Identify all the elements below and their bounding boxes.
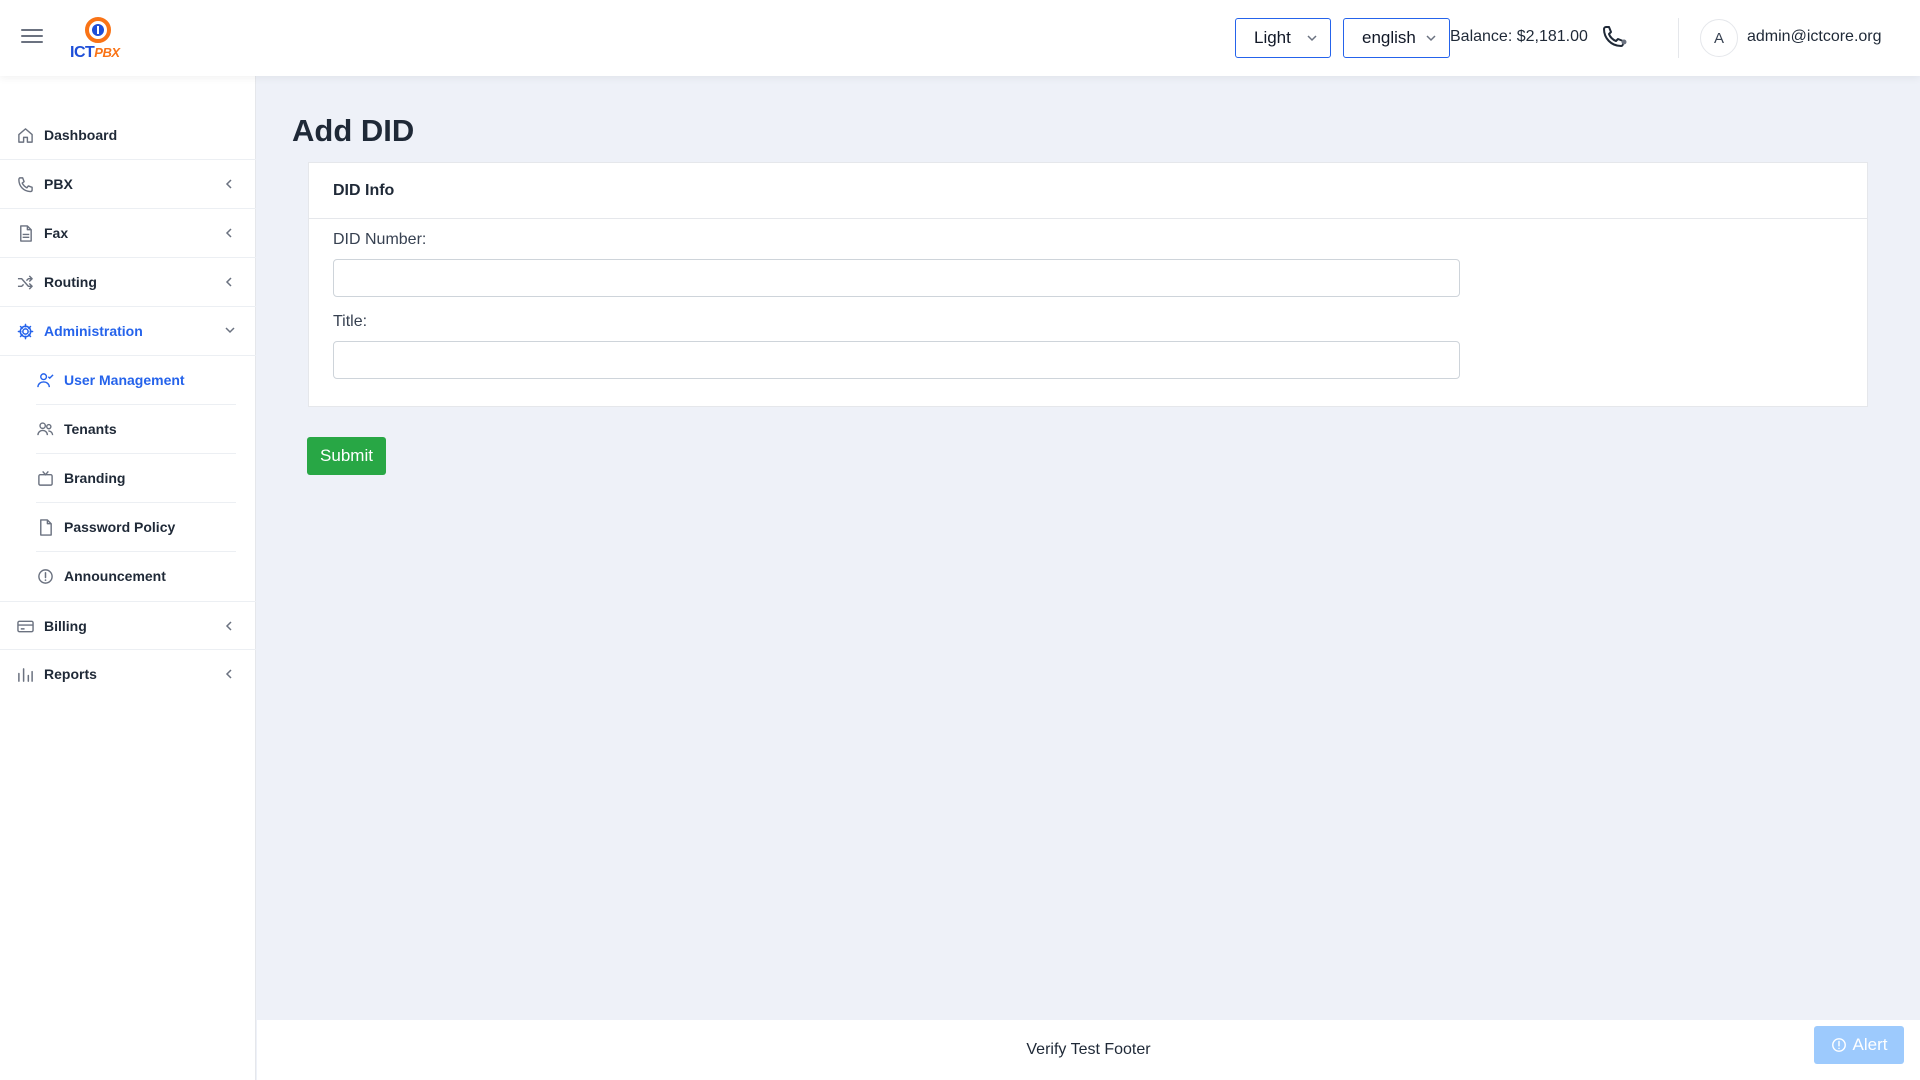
chevron-down-icon <box>1426 35 1436 42</box>
credit-card-icon <box>17 620 34 633</box>
sidebar-item-billing[interactable]: Billing <box>0 601 256 650</box>
theme-select-value: Light <box>1254 28 1291 47</box>
user-check-icon <box>37 373 54 388</box>
theme-select[interactable]: Light <box>1235 18 1331 58</box>
sidebar-item-user-management[interactable]: User Management <box>0 356 256 405</box>
logo-text: ICTPBX <box>70 44 120 61</box>
sidebar-item-fax[interactable]: Fax <box>0 209 256 258</box>
chevron-left-icon <box>225 179 232 189</box>
header-divider <box>1678 18 1679 58</box>
sidebar-item-label: PBX <box>44 176 73 192</box>
user-email[interactable]: admin@ictcore.org <box>1747 28 1882 46</box>
sidebar-item-label: Announcement <box>64 568 166 584</box>
title-input[interactable] <box>333 341 1460 379</box>
chevron-left-icon <box>225 621 232 631</box>
home-icon <box>18 128 33 143</box>
language-select-value: english <box>1362 28 1416 47</box>
avatar[interactable]: A <box>1700 19 1738 57</box>
shuffle-icon <box>17 275 33 290</box>
sidebar-item-tenants[interactable]: Tenants <box>0 405 256 454</box>
did-number-label: DID Number: <box>333 231 427 248</box>
card-header: DID Info <box>309 163 1867 219</box>
language-select[interactable]: english <box>1343 18 1450 58</box>
chevron-left-icon <box>225 228 232 238</box>
sidebar-item-label: Fax <box>44 225 69 241</box>
gear-icon <box>17 323 34 340</box>
footer: Verify Test Footer <box>257 1020 1920 1080</box>
sidebar-item-label: Branding <box>64 470 126 486</box>
sidebar-item-label: User Management <box>64 372 185 388</box>
alert-circle-icon <box>38 569 53 584</box>
page-title: Add DID <box>292 113 415 148</box>
sidebar-item-label: Dashboard <box>44 127 118 143</box>
title-label: Title: <box>333 313 368 330</box>
chevron-down-icon <box>1307 35 1317 42</box>
file-icon <box>40 519 52 536</box>
sidebar-item-administration[interactable]: Administration <box>0 307 256 356</box>
did-number-input[interactable] <box>333 259 1460 297</box>
sidebar-item-label: Billing <box>44 618 87 634</box>
sidebar-item-pbx[interactable]: PBX <box>0 160 256 209</box>
sidebar-item-label: Reports <box>44 666 97 682</box>
did-info-card: DID Info DID Number: Title: <box>308 162 1868 407</box>
menu-toggle-icon[interactable] <box>20 26 48 50</box>
sidebar-item-branding[interactable]: Branding <box>0 454 256 503</box>
tv-icon <box>38 470 53 486</box>
sidebar-item-reports[interactable]: Reports <box>0 650 256 699</box>
chevron-down-icon <box>225 327 235 334</box>
users-icon <box>37 422 54 436</box>
footer-text: Verify Test Footer <box>1026 1041 1151 1058</box>
submit-button[interactable]: Submit <box>307 437 386 475</box>
document-icon <box>20 225 32 242</box>
app-logo[interactable]: ICTPBX <box>70 14 130 62</box>
top-header: ICTPBX Light english Balance: $2,181.00 … <box>0 0 1920 76</box>
sidebar-item-announcement[interactable]: Announcement <box>0 552 256 601</box>
alert-button-label: Alert <box>1852 1035 1888 1054</box>
balance-text: Balance: $2,181.00 <box>1450 28 1588 45</box>
phone-icon <box>18 177 33 193</box>
sidebar-item-label: Tenants <box>64 421 117 437</box>
alert-button[interactable]: Alert <box>1814 1026 1904 1064</box>
card-title: DID Info <box>333 182 395 199</box>
sidebar-item-label: Password Policy <box>64 519 176 535</box>
phone-icon[interactable] <box>1600 26 1628 50</box>
sidebar-item-label: Administration <box>44 323 143 339</box>
chevron-left-icon <box>225 669 232 679</box>
chevron-left-icon <box>225 277 232 287</box>
sidebar: Dashboard PBX Fax Routing Administration… <box>0 76 256 1080</box>
sidebar-item-dashboard[interactable]: Dashboard <box>0 111 256 160</box>
sidebar-item-label: Routing <box>44 274 97 290</box>
sidebar-item-password-policy[interactable]: Password Policy <box>0 503 256 552</box>
alert-circle-icon <box>1831 1038 1846 1052</box>
sidebar-item-routing[interactable]: Routing <box>0 258 256 307</box>
bar-chart-icon <box>18 668 33 682</box>
